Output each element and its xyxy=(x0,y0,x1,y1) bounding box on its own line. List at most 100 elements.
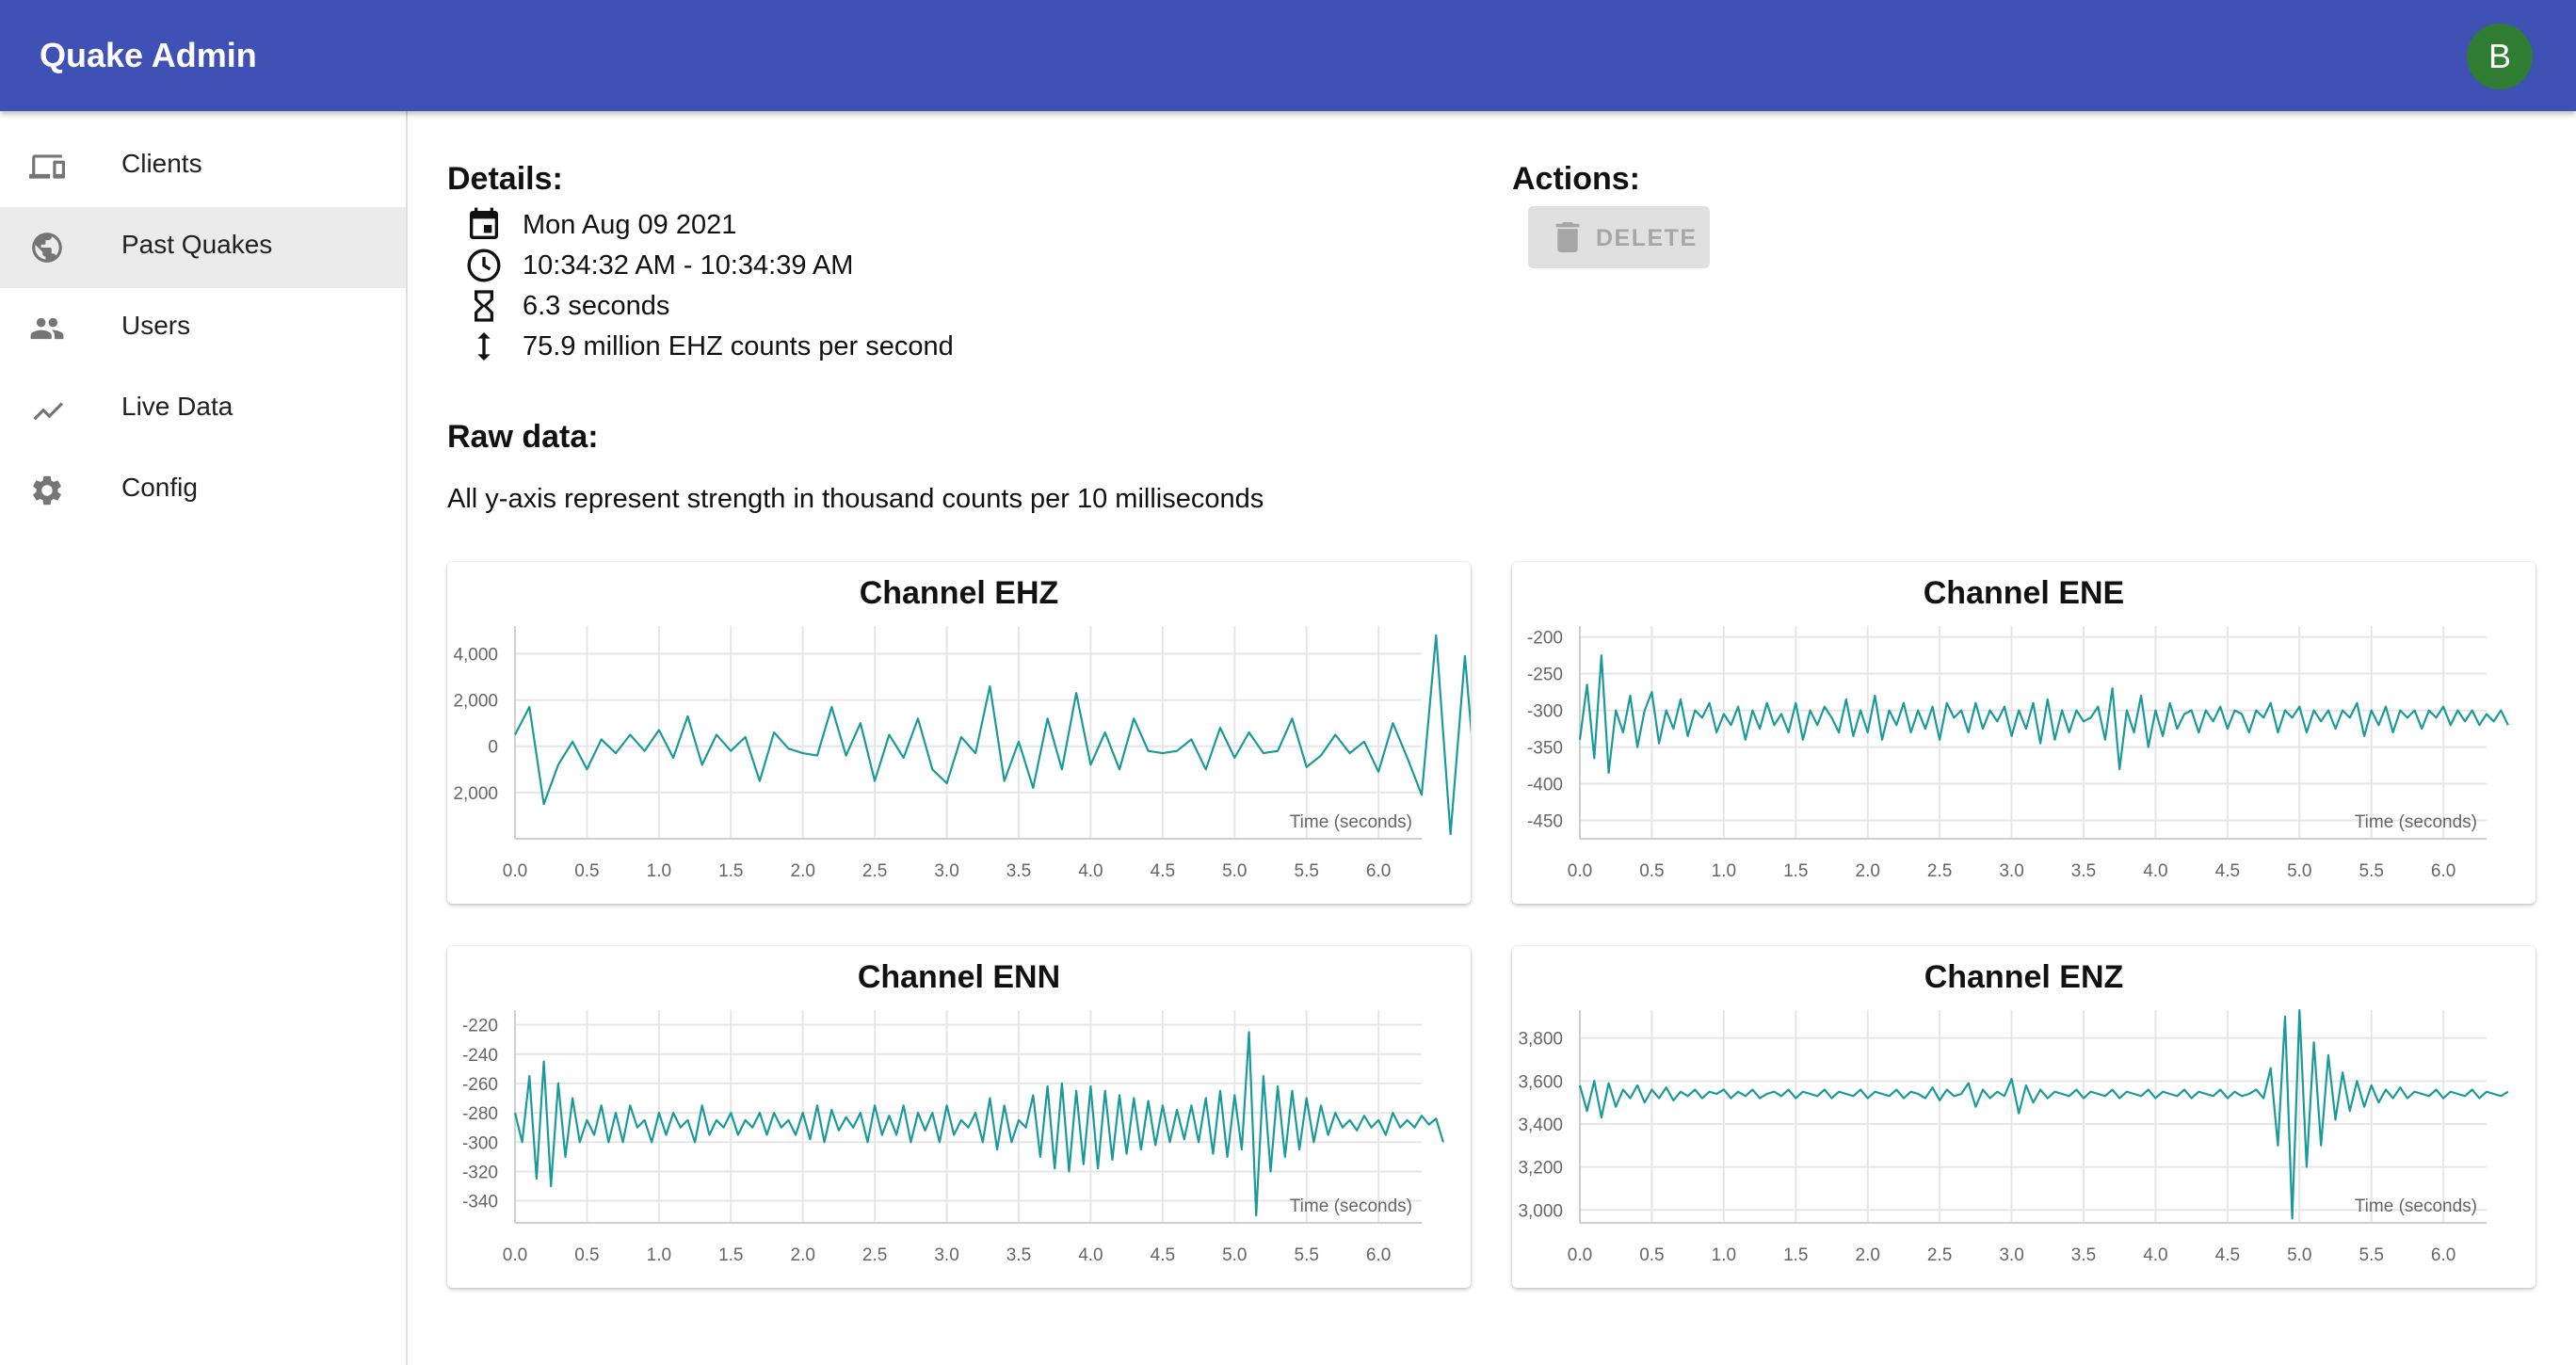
x-tick-label: 4.5 xyxy=(1151,1245,1175,1265)
x-tick-label: 5.0 xyxy=(1222,861,1247,881)
chart-card-ene: Channel ENE 0.0 0.5 1.0 1.5 2.0 2.5 3.0 3.5 4.0 4… xyxy=(1512,562,2536,904)
x-tick-label: 0.0 xyxy=(503,1245,527,1265)
y-tick-label: 2,000 xyxy=(453,784,498,804)
y-tick-label: -220 xyxy=(462,1017,498,1036)
x-tick-label: 3.0 xyxy=(1999,861,2023,881)
detail-date-text: Mon Aug 09 2021 xyxy=(523,210,737,240)
y-tick-label: -260 xyxy=(462,1075,498,1095)
x-tick-label: 5.0 xyxy=(2287,1245,2311,1265)
y-tick-label: -240 xyxy=(462,1046,498,1066)
y-tick-label: 4,000 xyxy=(453,645,498,665)
x-tick-label: 2.5 xyxy=(1927,861,1952,881)
x-tick-label: 1.0 xyxy=(1712,861,1736,881)
x-tick-label: 0.0 xyxy=(1568,861,1592,881)
chart-card-ehz: Channel EHZ 0.0 0.5 1.0 1.5 2.0 2.5 3.0 3.5 4.0 4… xyxy=(447,562,1471,904)
x-tick-label: 1.0 xyxy=(647,861,671,881)
sidebar: Clients Past Quakes Users Live Data Conf… xyxy=(0,111,408,1365)
x-tick-label: 5.5 xyxy=(2359,1245,2384,1265)
y-tick-label: 3,200 xyxy=(1518,1159,1563,1179)
x-tick-label: 5.5 xyxy=(1295,861,1319,881)
chart-enn: 0.0 0.5 1.0 1.5 2.0 2.5 3.0 3.5 4.0 4.5 5.0 5.5 6.0 -… xyxy=(462,1010,1444,1265)
x-tick-label: 4.5 xyxy=(2215,1245,2240,1265)
x-tick-label: 4.0 xyxy=(1078,1245,1103,1265)
x-tick-label: 3.0 xyxy=(934,861,958,881)
y-tick-label: -300 xyxy=(1527,702,1563,722)
x-tick-label: 2.0 xyxy=(791,861,815,881)
y-tick-label: -300 xyxy=(462,1133,498,1153)
sidebar-item-label: Past Quakes xyxy=(121,230,273,259)
detail-magnitude-text: 75.9 million EHZ counts per second xyxy=(523,331,954,361)
avatar[interactable]: B xyxy=(2467,24,2533,89)
x-tick-label: 0.0 xyxy=(503,861,527,881)
x-tick-label: 1.5 xyxy=(718,1245,743,1265)
sidebar-item-live-data[interactable]: Live Data xyxy=(0,369,406,450)
people-icon xyxy=(30,317,64,340)
x-tick-label: 3.0 xyxy=(1999,1245,2023,1265)
x-tick-label: 6.0 xyxy=(1366,861,1391,881)
sidebar-item-label: Clients xyxy=(121,149,202,178)
sidebar-item-users[interactable]: Users xyxy=(0,288,406,369)
chart-card-enz: Channel ENZ 0.0 0.5 1.0 1.5 2.0 2.5 3.0 3.5 4.0 4… xyxy=(1512,946,2536,1288)
x-axis-label: Time (seconds) xyxy=(2355,812,2477,832)
x-tick-label: 5.0 xyxy=(2287,861,2311,881)
x-axis-label: Time (seconds) xyxy=(1290,1196,1412,1216)
calendar-icon xyxy=(470,207,498,239)
x-tick-label: 6.0 xyxy=(2431,861,2455,881)
y-tick-label: -200 xyxy=(1527,629,1563,649)
x-axis-label: Time (seconds) xyxy=(1290,812,1412,832)
y-tick-label: -250 xyxy=(1527,666,1563,685)
chart-ehz: 0.0 0.5 1.0 1.5 2.0 2.5 3.0 3.5 4.0 4.5 5.0 5.5 6.0 4… xyxy=(453,626,1471,881)
trash-icon xyxy=(1555,222,1580,252)
y-tick-label: -400 xyxy=(1527,776,1563,795)
x-tick-label: 4.0 xyxy=(2143,861,2167,881)
x-tick-label: 3.5 xyxy=(1006,861,1031,881)
chart-enz: 0.0 0.5 1.0 1.5 2.0 2.5 3.0 3.5 4.0 4.5 5.0 5.5 6.0 3… xyxy=(1518,1008,2509,1265)
y-tick-label: -340 xyxy=(462,1193,498,1212)
x-tick-label: 2.0 xyxy=(1856,861,1880,881)
raw-data-heading: Raw data: xyxy=(447,419,599,455)
x-tick-label: 0.5 xyxy=(574,861,599,881)
x-tick-label: 1.5 xyxy=(718,861,743,881)
x-tick-label: 2.0 xyxy=(1856,1245,1880,1265)
detail-time-text: 10:34:32 AM - 10:34:39 AM xyxy=(523,250,854,281)
x-tick-label: 5.0 xyxy=(1222,1245,1247,1265)
y-tick-label: 3,400 xyxy=(1518,1116,1563,1135)
y-tick-label: 2,000 xyxy=(453,692,498,712)
x-tick-label: 2.0 xyxy=(791,1245,815,1265)
chart-ene: 0.0 0.5 1.0 1.5 2.0 2.5 3.0 3.5 4.0 4.5 5.0 5.5 6.0 -… xyxy=(1527,626,2509,881)
x-tick-label: 0.5 xyxy=(1639,1245,1664,1265)
x-tick-label: 3.5 xyxy=(2071,861,2096,881)
x-tick-label: 0.5 xyxy=(1639,861,1664,881)
series-line xyxy=(513,1031,1444,1217)
x-tick-label: 4.5 xyxy=(2215,861,2240,881)
delete-button[interactable]: DELETE xyxy=(1528,206,1710,268)
detail-duration-text: 6.3 seconds xyxy=(523,291,670,321)
series-line xyxy=(1578,1008,2509,1220)
y-tick-label: -280 xyxy=(462,1104,498,1124)
globe-icon xyxy=(32,233,62,263)
x-tick-label: 4.0 xyxy=(1078,861,1103,881)
hourglass-icon xyxy=(475,290,493,322)
sidebar-item-config[interactable]: Config xyxy=(0,450,406,531)
y-tick-label: -350 xyxy=(1527,739,1563,759)
clock-icon xyxy=(467,249,501,282)
sidebar-item-label: Config xyxy=(121,473,198,502)
sidebar-item-past-quakes[interactable]: Past Quakes xyxy=(0,207,406,288)
x-tick-label: 1.5 xyxy=(1783,861,1808,881)
delete-button-label: DELETE xyxy=(1596,225,1698,251)
x-tick-label: 0.0 xyxy=(1568,1245,1592,1265)
x-tick-label: 3.5 xyxy=(2071,1245,2096,1265)
y-tick-label: -320 xyxy=(462,1163,498,1182)
x-tick-label: 2.5 xyxy=(862,861,887,881)
x-tick-label: 3.0 xyxy=(934,1245,958,1265)
x-tick-label: 4.5 xyxy=(1151,861,1175,881)
sidebar-item-clients[interactable]: Clients xyxy=(0,126,406,207)
app-title: Quake Admin xyxy=(40,36,257,74)
x-tick-label: 4.0 xyxy=(2143,1245,2167,1265)
x-tick-label: 1.5 xyxy=(1783,1245,1808,1265)
devices-icon xyxy=(29,154,65,179)
trending-icon xyxy=(33,402,63,421)
sidebar-item-label: Live Data xyxy=(121,392,233,421)
x-tick-label: 5.5 xyxy=(2359,861,2384,881)
x-tick-label: 2.5 xyxy=(862,1245,887,1265)
